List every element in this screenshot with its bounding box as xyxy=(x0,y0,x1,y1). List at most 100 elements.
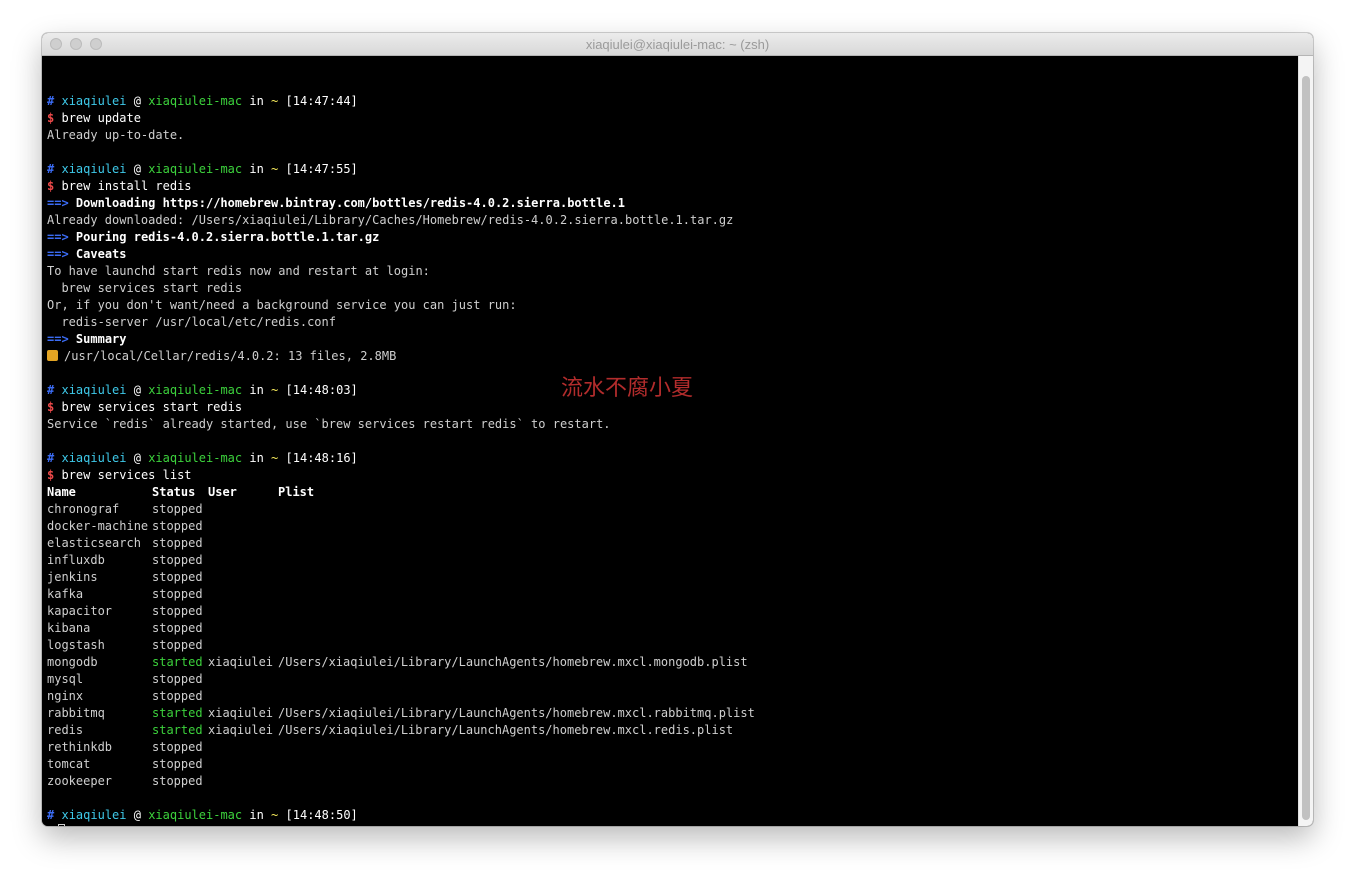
prompt-time: [14:47:55] xyxy=(285,162,358,176)
service-row: mongodb started xiaqiulei/Users/xiaqiulei/… xyxy=(47,654,755,671)
command-line: $ xyxy=(47,824,755,826)
service-row: influxdb stopped xyxy=(47,552,755,569)
service-plist: /Users/xiaqiulei/Library/LaunchAgents/ho… xyxy=(278,706,755,720)
service-name: rabbitmq xyxy=(47,706,105,720)
prompt-user: xiaqiulei xyxy=(61,94,127,108)
service-user: xiaqiulei xyxy=(208,706,274,720)
command-text: brew install redis xyxy=(61,179,192,193)
service-status: stopped xyxy=(152,689,203,703)
prompt-time: [14:48:03] xyxy=(285,383,358,397)
prompt-host: xiaqiulei-mac xyxy=(148,383,243,397)
service-row: rabbitmq started xiaqiulei/Users/xiaqiulei… xyxy=(47,705,755,722)
service-status: started xyxy=(152,706,203,720)
service-status: stopped xyxy=(152,587,203,601)
service-name: redis xyxy=(47,723,84,737)
prompt-in: in xyxy=(249,94,264,108)
service-name: docker-machine xyxy=(47,519,149,533)
scrollbar-thumb[interactable] xyxy=(1302,76,1310,820)
title-bar[interactable]: xiaqiulei@xiaqiulei-mac: ~ (zsh) xyxy=(42,33,1313,56)
service-row: docker-machine stopped xyxy=(47,518,755,535)
vertical-scrollbar[interactable] xyxy=(1298,56,1313,826)
terminal-output[interactable]: # xiaqiulei @ xiaqiulei-mac in ~ [14:47:… xyxy=(42,56,1298,826)
caveat-line-text: To have launchd start redis now and rest… xyxy=(47,264,430,278)
prompt-user: xiaqiulei xyxy=(61,808,127,822)
service-row: kibana stopped xyxy=(47,620,755,637)
prompt-at: @ xyxy=(133,162,141,176)
caveat-line-text: brew services start redis xyxy=(47,281,243,295)
prompt-in: in xyxy=(249,383,264,397)
terminal-content: # xiaqiulei @ xiaqiulei-mac in ~ [14:47:… xyxy=(47,76,755,826)
pouring-line-text: Pouring redis-4.0.2.sierra.bottle.1.tar.… xyxy=(75,230,380,244)
summary-line-text: Summary xyxy=(75,332,127,346)
command-text: brew update xyxy=(61,111,141,125)
command-line: $ brew update xyxy=(47,110,755,127)
caveats-line-text: Caveats xyxy=(75,247,127,261)
header-plist: Plist xyxy=(278,485,315,499)
service-row: mysql stopped xyxy=(47,671,755,688)
prompt-dir: ~ xyxy=(271,162,279,176)
prompt-dollar: $ xyxy=(47,111,55,125)
prompt-hash: # xyxy=(47,451,55,465)
window-title: xiaqiulei@xiaqiulei-mac: ~ (zsh) xyxy=(585,37,770,52)
prompt-host: xiaqiulei-mac xyxy=(148,808,243,822)
service-name: zookeeper xyxy=(47,774,113,788)
service-name: kapacitor xyxy=(47,604,113,618)
prompt-hash: # xyxy=(47,808,55,822)
service-row: elasticsearch stopped xyxy=(47,535,755,552)
service-name: logstash xyxy=(47,638,105,652)
prompt-host: xiaqiulei-mac xyxy=(148,162,243,176)
downloading-line-text: Downloading https://homebrew.bintray.com… xyxy=(75,196,625,210)
prompt-dollar: $ xyxy=(47,179,55,193)
arrow-marker: ==> xyxy=(47,332,69,346)
service-name: kafka xyxy=(47,587,84,601)
service-row: kafka stopped xyxy=(47,586,755,603)
service-name: influxdb xyxy=(47,553,105,567)
prompt-hash: # xyxy=(47,383,55,397)
service-row: nginx stopped xyxy=(47,688,755,705)
prompt-in: in xyxy=(249,451,264,465)
caveat-line-text: redis-server /usr/local/etc/redis.conf xyxy=(47,315,336,329)
prompt-at: @ xyxy=(133,808,141,822)
prompt-time: [14:47:44] xyxy=(285,94,358,108)
prompt-dir: ~ xyxy=(271,451,279,465)
services-header-row: Name Status User Plist xyxy=(47,484,755,501)
caveat-line-text: Or, if you don't want/need a background … xyxy=(47,298,517,312)
arrow-marker: ==> xyxy=(47,196,69,210)
caveats-line: ==> Caveats xyxy=(47,246,755,263)
service-plist: /Users/xiaqiulei/Library/LaunchAgents/ho… xyxy=(278,723,734,737)
watermark-text: 流水不腐小夏 xyxy=(561,376,694,401)
output-line: Service `redis` already started, use `br… xyxy=(47,416,755,433)
caveat-line: brew services start redis xyxy=(47,280,755,297)
prompt-time: [14:48:50] xyxy=(285,808,358,822)
service-row: redis started xiaqiulei/Users/xiaqiulei/Li… xyxy=(47,722,755,739)
summary-detail-line: /usr/local/Cellar/redis/4.0.2: 13 files,… xyxy=(47,348,755,365)
service-status: stopped xyxy=(152,553,203,567)
service-name: chronograf xyxy=(47,502,120,516)
summary-line: ==> Summary xyxy=(47,331,755,348)
service-user: xiaqiulei xyxy=(208,723,274,737)
service-name: nginx xyxy=(47,689,84,703)
prompt-dollar: $ xyxy=(47,400,55,414)
service-name: tomcat xyxy=(47,757,91,771)
service-row: rethinkdb stopped xyxy=(47,739,755,756)
prompt-dir: ~ xyxy=(271,383,279,397)
service-row: zookeeper stopped xyxy=(47,773,755,790)
output-text: Already up-to-date. xyxy=(47,128,185,142)
already-downloaded-line: Already downloaded: /Users/xiaqiulei/Lib… xyxy=(47,212,755,229)
service-name: jenkins xyxy=(47,570,98,584)
service-name: elasticsearch xyxy=(47,536,141,550)
service-name: rethinkdb xyxy=(47,740,113,754)
prompt-hash: # xyxy=(47,162,55,176)
command-text: brew services start redis xyxy=(61,400,243,414)
downloading-line: ==> Downloading https://homebrew.bintray… xyxy=(47,195,755,212)
terminal-cursor[interactable] xyxy=(58,824,66,826)
service-name: mongodb xyxy=(47,655,98,669)
service-user: xiaqiulei xyxy=(208,655,274,669)
service-row: chronograf stopped xyxy=(47,501,755,518)
service-status: stopped xyxy=(152,672,203,686)
arrow-marker: ==> xyxy=(47,230,69,244)
prompt-at: @ xyxy=(133,94,141,108)
service-name: mysql xyxy=(47,672,84,686)
